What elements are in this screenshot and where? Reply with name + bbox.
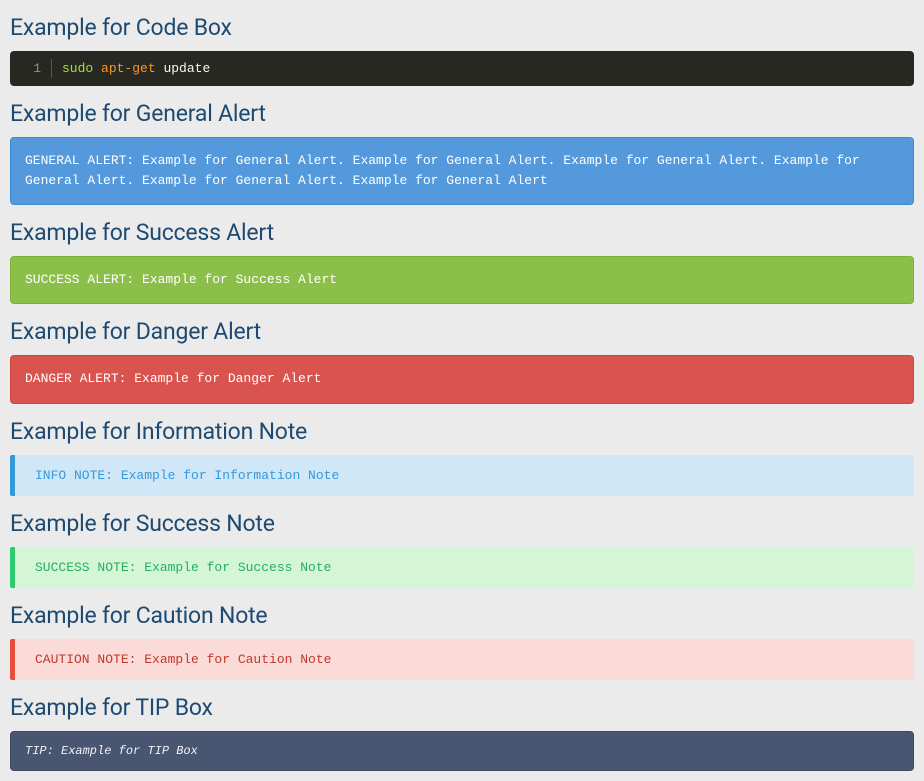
code-box: 1 sudo apt-get update [10,51,914,86]
info-note-text: INFO NOTE: Example for Information Note [35,468,339,483]
danger-alert-box: DANGER ALERT: Example for Danger Alert [10,355,914,403]
caution-note-text: CAUTION NOTE: Example for Caution Note [35,652,331,667]
success-alert-text: SUCCESS ALERT: Example for Success Alert [25,272,337,287]
code-token-sudo: sudo [62,61,93,76]
code-token-update: update [163,61,210,76]
general-alert-text: GENERAL ALERT: Example for General Alert… [25,153,860,188]
success-note-text: SUCCESS NOTE: Example for Success Note [35,560,331,575]
heading-info-note: Example for Information Note [10,418,914,445]
heading-general-alert: Example for General Alert [10,100,914,127]
tip-box: TIP: Example for TIP Box [10,731,914,771]
success-note-box: SUCCESS NOTE: Example for Success Note [10,547,914,588]
code-token-aptget: apt-get [101,61,156,76]
heading-success-note: Example for Success Note [10,510,914,537]
danger-alert-text: DANGER ALERT: Example for Danger Alert [25,371,321,386]
tip-box-text: TIP: Example for TIP Box [25,744,198,758]
page-container: Example for Code Box 1 sudo apt-get upda… [0,14,924,781]
caution-note-box: CAUTION NOTE: Example for Caution Note [10,639,914,680]
code-line-number: 1 [10,59,52,78]
heading-danger-alert: Example for Danger Alert [10,318,914,345]
heading-caution-note: Example for Caution Note [10,602,914,629]
success-alert-box: SUCCESS ALERT: Example for Success Alert [10,256,914,304]
code-line: sudo apt-get update [52,59,220,78]
heading-code-box: Example for Code Box [10,14,914,41]
heading-tip-box: Example for TIP Box [10,694,914,721]
general-alert-box: GENERAL ALERT: Example for General Alert… [10,137,914,205]
heading-success-alert: Example for Success Alert [10,219,914,246]
info-note-box: INFO NOTE: Example for Information Note [10,455,914,496]
